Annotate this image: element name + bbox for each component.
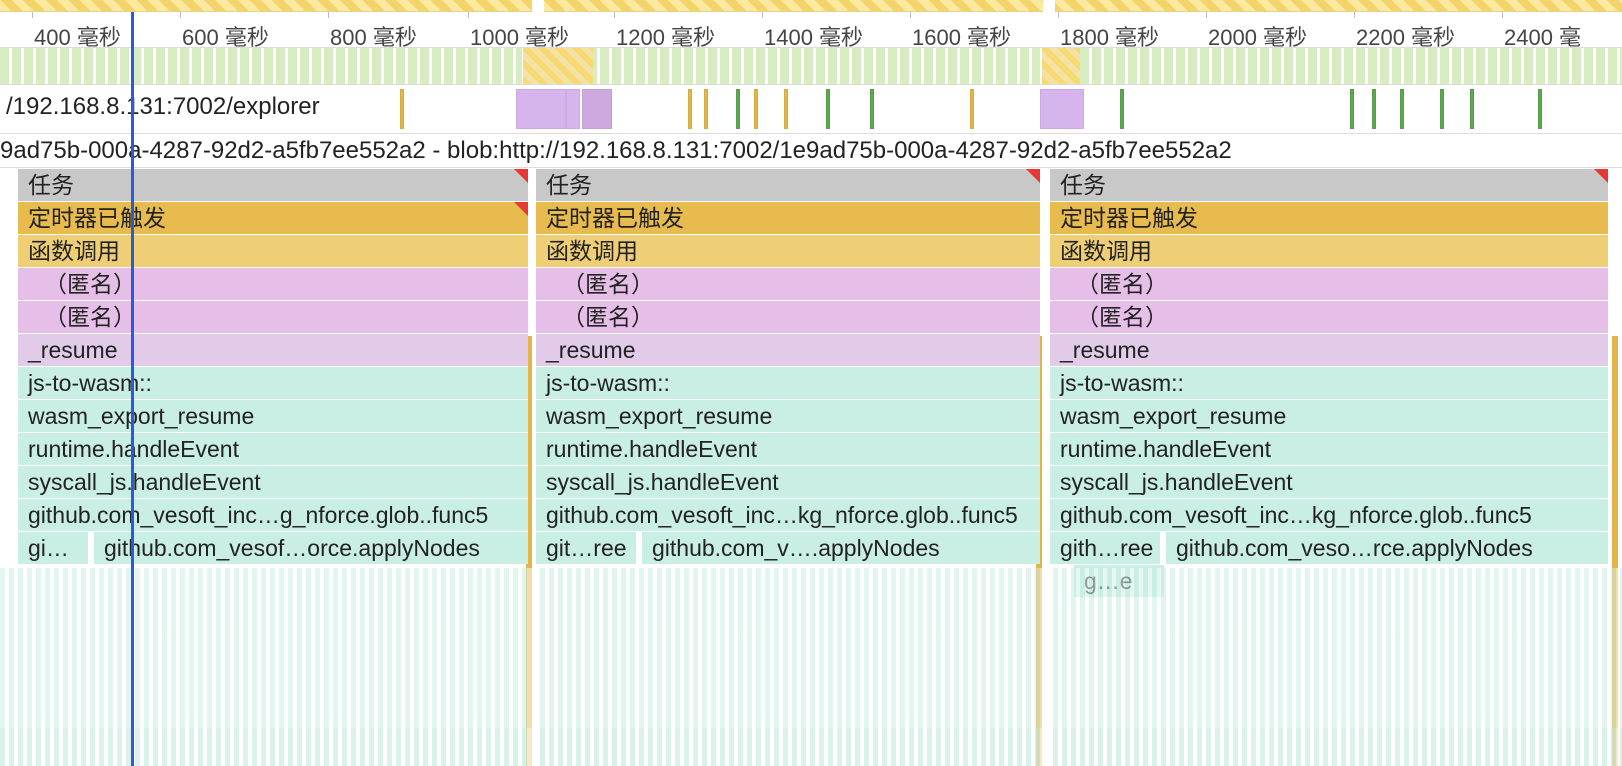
network-request-bar[interactable]: [1350, 89, 1354, 129]
network-request-bar[interactable]: [1400, 89, 1404, 129]
frame-wasm-export-resume[interactable]: wasm_export_resume: [1050, 399, 1608, 432]
frame-tree[interactable]: gith…ree: [1050, 531, 1160, 564]
network-main-url: /192.168.8.131:7002/explorer: [6, 93, 320, 121]
frame-wasm-export-resume[interactable]: wasm_export_resume: [536, 399, 1040, 432]
frame-anonymous[interactable]: （匿名）: [536, 300, 1040, 333]
deep-stack-noise: [0, 728, 1622, 766]
frame-anonymous[interactable]: （匿名）: [1050, 267, 1608, 300]
frame-syscall-handleevent[interactable]: syscall_js.handleEvent: [536, 465, 1040, 498]
network-request-bar[interactable]: [736, 89, 740, 129]
long-task-icon: [1594, 169, 1608, 183]
network-request-bar[interactable]: [704, 89, 708, 129]
cpu-overview-strip[interactable]: [0, 0, 1622, 12]
long-task-icon: [1026, 169, 1040, 183]
frame-gfunc5[interactable]: github.com_vesoft_inc…g_nforce.glob..fun…: [18, 498, 528, 531]
frame-gfunc5[interactable]: github.com_vesoft_inc…kg_nforce.glob..fu…: [536, 498, 1040, 531]
frame-anonymous[interactable]: （匿名）: [18, 267, 528, 300]
frame-function-call[interactable]: 函数调用: [536, 234, 1040, 267]
frame-task[interactable]: 任务: [1050, 168, 1608, 201]
time-ruler[interactable]: 400 毫秒 600 毫秒 800 毫秒 1000 毫秒 1200 毫秒 140…: [0, 12, 1622, 48]
network-request-bar[interactable]: [582, 89, 612, 129]
frame-resume[interactable]: _resume: [18, 333, 528, 366]
frame-anonymous[interactable]: （匿名）: [18, 300, 528, 333]
frame-js-to-wasm[interactable]: js-to-wasm::: [18, 366, 528, 399]
frame-timer-fired[interactable]: 定时器已触发: [1050, 201, 1608, 234]
network-request-bar[interactable]: [870, 89, 874, 129]
frame-runtime-handleevent[interactable]: runtime.handleEvent: [536, 432, 1040, 465]
frame-wasm-export-resume[interactable]: wasm_export_resume: [18, 399, 528, 432]
network-request-bar[interactable]: [566, 89, 580, 129]
frame-resume[interactable]: _resume: [536, 333, 1040, 366]
frame-js-to-wasm[interactable]: js-to-wasm::: [1050, 366, 1608, 399]
network-request-bar[interactable]: [826, 89, 830, 129]
frame-tree[interactable]: gi…ee: [18, 531, 88, 564]
frame-tree[interactable]: git…ree: [536, 531, 636, 564]
network-request-bar[interactable]: [400, 89, 404, 129]
network-request-bar[interactable]: [754, 89, 758, 129]
network-request-bar[interactable]: [1040, 89, 1084, 129]
network-request-bar[interactable]: [1538, 89, 1542, 129]
frame-function-call[interactable]: 函数调用: [18, 234, 528, 267]
network-request-bar[interactable]: [1440, 89, 1444, 129]
frame-anonymous[interactable]: （匿名）: [1050, 300, 1608, 333]
frame-task[interactable]: 任务: [18, 168, 528, 201]
frame-anonymous[interactable]: （匿名）: [536, 267, 1040, 300]
frame-timer-fired[interactable]: 定时器已触发: [536, 201, 1040, 234]
frame-syscall-handleevent[interactable]: syscall_js.handleEvent: [18, 465, 528, 498]
frame-function-call[interactable]: 函数调用: [1050, 234, 1608, 267]
frame-syscall-handleevent[interactable]: syscall_js.handleEvent: [1050, 465, 1608, 498]
frame-js-to-wasm[interactable]: js-to-wasm::: [536, 366, 1040, 399]
thread-header[interactable]: 9ad75b-000a-4287-92d2-a5fb7ee552a2 - blo…: [0, 134, 1622, 168]
frame-runtime-handleevent[interactable]: runtime.handleEvent: [18, 432, 528, 465]
long-task-icon: [514, 202, 528, 216]
frame-task[interactable]: 任务: [536, 168, 1040, 201]
network-request-bar[interactable]: [516, 89, 566, 129]
frame-runtime-handleevent[interactable]: runtime.handleEvent: [1050, 432, 1608, 465]
frame-applynodes[interactable]: github.com_veso…rce.applyNodes: [1166, 531, 1608, 564]
devtools-performance-flamechart[interactable]: 400 毫秒 600 毫秒 800 毫秒 1000 毫秒 1200 毫秒 140…: [0, 0, 1622, 766]
frame-timer-fired[interactable]: 定时器已触发: [18, 201, 528, 234]
network-track[interactable]: /192.168.8.131:7002/explorer: [0, 84, 1622, 134]
network-request-bar[interactable]: [1372, 89, 1376, 129]
frames-warning-block: [1042, 48, 1080, 84]
network-request-bar[interactable]: [784, 89, 788, 129]
network-request-bar[interactable]: [688, 89, 692, 129]
frame-resume[interactable]: _resume: [1050, 333, 1608, 366]
frame-gfunc5[interactable]: github.com_vesoft_inc…kg_nforce.glob..fu…: [1050, 498, 1608, 531]
flame-chart[interactable]: 任务 定时器已触发 函数调用 （匿名） （匿名） _resume js-to-w…: [0, 168, 1622, 766]
frame-applynodes[interactable]: github.com_vesof…orce.applyNodes: [94, 531, 528, 564]
frames-band[interactable]: [0, 48, 1622, 84]
network-request-bar[interactable]: [970, 89, 974, 129]
network-request-bar[interactable]: [1120, 89, 1124, 129]
frame-applynodes[interactable]: github.com_v….applyNodes: [642, 531, 1040, 564]
frames-warning-block: [523, 48, 593, 84]
network-request-bar[interactable]: [1470, 89, 1474, 129]
time-cursor[interactable]: [131, 12, 134, 766]
long-task-icon: [514, 169, 528, 183]
